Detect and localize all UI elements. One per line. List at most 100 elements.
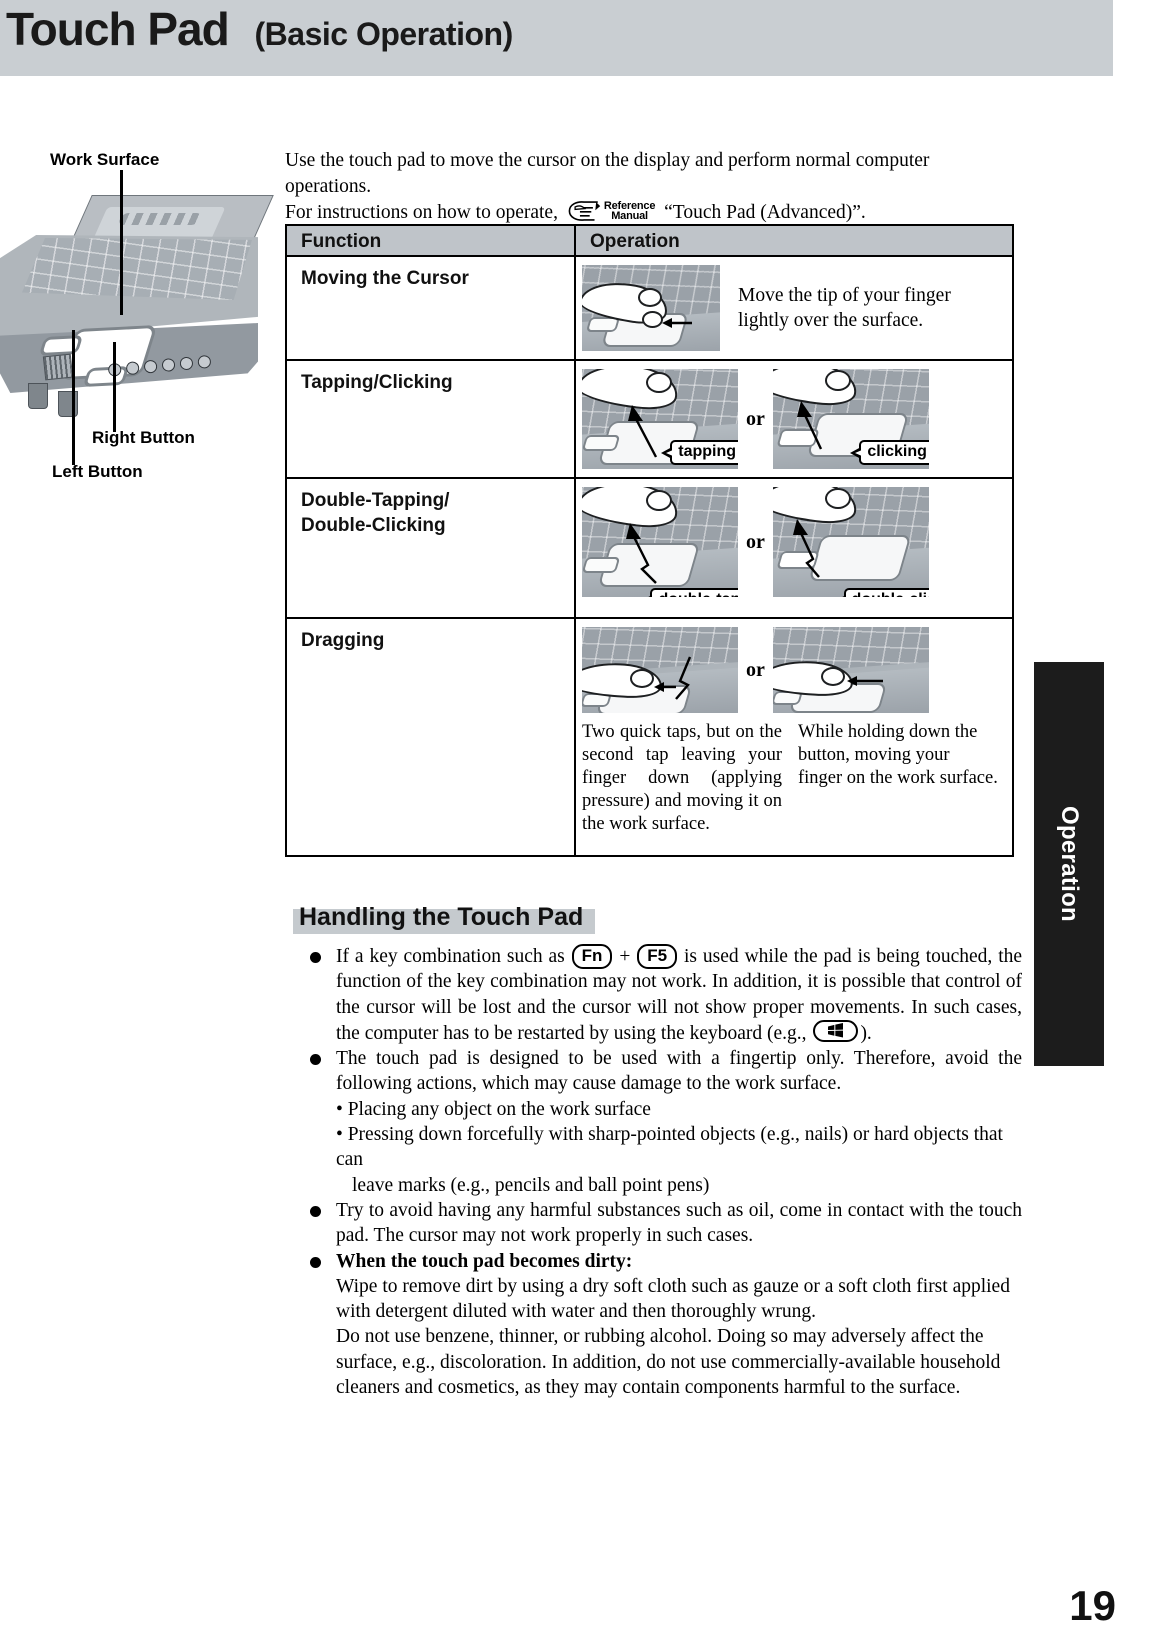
intro-line-2-suffix: “Touch Pad (Advanced)”.: [664, 202, 866, 223]
table-header-operation: Operation: [574, 226, 1012, 255]
bullet-dot-icon: [310, 952, 321, 963]
key-f5: F5: [637, 944, 678, 969]
document-page: Touch Pad (Basic Operation) Work Surface…: [0, 0, 1164, 1652]
illustration-tapping: tapping: [582, 369, 738, 469]
double-click-arrow-icon: [792, 519, 820, 578]
table-row: Tapping/Clicking tapping or clicking: [287, 359, 1012, 477]
laptop-port: [42, 353, 74, 381]
callout-clicking: clicking: [850, 440, 929, 465]
laptop-drawing: [0, 195, 274, 417]
callout-double-tapping: double-tapping: [641, 588, 738, 597]
row-operation-cell: tapping or clicking: [574, 361, 1012, 477]
row-function-cell: Moving the Cursor: [287, 257, 574, 359]
bullet-item: When the touch pad becomes dirty:: [310, 1249, 1022, 1274]
click-arrow-icon: [796, 401, 822, 450]
label-right-button: Right Button: [92, 428, 195, 447]
or-separator: or: [746, 658, 765, 681]
description-dragging-tap: Two quick taps, but on the second tap le…: [582, 722, 782, 834]
fingernail-shape: [824, 370, 851, 391]
bullet-dot-icon: [310, 1205, 321, 1217]
handling-notes: If a key combination such as Fn + F5 is …: [310, 944, 1022, 1400]
bullet-2-sub-3: leave marks (e.g., pencils and ball poin…: [352, 1174, 710, 1196]
bullet-2-sub-2: • Pressing down forcefully with sharp-po…: [336, 1124, 1003, 1171]
touch-pad-button: [582, 435, 621, 451]
laptop-keyboard: [22, 238, 252, 300]
row-function-cell: Dragging: [287, 619, 574, 855]
indicator-icon: [161, 357, 176, 372]
intro-line-2-prefix: For instructions on how to operate,: [285, 202, 558, 223]
illustration-dragging-tap: [582, 627, 738, 713]
page-title-main: Touch Pad: [6, 3, 230, 55]
operations-table: Function Operation Moving the Cursor Mov…: [285, 224, 1014, 857]
callout-leader-work-surface: [120, 170, 123, 315]
bullet-1-part3: ).: [860, 1022, 872, 1044]
function-label-tapping-clicking: Tapping/Clicking: [301, 372, 453, 393]
section-heading-handling-the-touch-pad: Handling the Touch Pad: [293, 901, 596, 934]
intro-paragraph: Use the touch pad to move the cursor on …: [285, 148, 1015, 226]
bullet-item: If a key combination such as Fn + F5 is …: [310, 944, 1022, 1046]
table-row: Double-Tapping/ Double-Clicking or: [287, 477, 1012, 617]
windows-key-icon: [813, 1019, 859, 1042]
row-operation-cell: double-tapping or do: [574, 479, 1012, 617]
table-row: Dragging or Two quick taps, but on the s…: [287, 617, 1012, 855]
fingernail-shape: [820, 667, 845, 686]
pointing-hand-icon: [568, 201, 601, 221]
side-tab-label: Operation: [1056, 805, 1083, 923]
indicator-icon: [125, 360, 140, 375]
illustration-double-tapping: double-tapping: [582, 487, 738, 597]
bullet-item: The touch pad is designed to be used wit…: [310, 1046, 1022, 1097]
callout-leader-right-button: [113, 342, 116, 432]
row-operation-cell: or Two quick taps, but on the second tap…: [574, 619, 1012, 855]
laptop-illustration: Work Surface Right Button Left Button: [0, 150, 274, 500]
key-plus: +: [619, 946, 631, 967]
bullet-4-text-2: Do not use benzene, thinner, or rubbing …: [336, 1326, 1001, 1399]
bullet-4-text-1: Wipe to remove dirt by using a dry soft …: [336, 1275, 1010, 1323]
touch-pad-button: [582, 557, 621, 573]
bullet-2-text: The touch pad is designed to be used wit…: [336, 1048, 1022, 1095]
or-separator: or: [746, 530, 765, 553]
or-separator: or: [746, 407, 765, 430]
drag-tap-arrow-icon: [654, 656, 692, 700]
manual-word: Manual: [611, 210, 648, 222]
row-operation-cell: Move the tip of your finger lightly over…: [574, 257, 1012, 359]
callout-tapping: tapping: [661, 440, 738, 465]
label-left-button: Left Button: [52, 462, 143, 481]
fingernail-shape: [646, 490, 672, 511]
laptop-foot: [28, 383, 48, 409]
drag-move-arrow-icon: [846, 676, 883, 686]
description-moving-cursor: Move the tip of your finger lightly over…: [738, 285, 951, 331]
page-title-sub: (Basic Operation): [254, 16, 514, 52]
illustration-clicking: clicking: [772, 369, 929, 469]
row-function-cell: Tapping/Clicking: [287, 361, 574, 477]
windows-flag-icon: [828, 1022, 844, 1038]
bullet-item: Try to avoid having any harmful substanc…: [310, 1198, 1022, 1249]
fingernail-shape: [638, 288, 662, 307]
page-title: Touch Pad (Basic Operation): [6, 2, 513, 56]
table-row: Moving the Cursor Move the tip of your f…: [287, 255, 1012, 359]
label-work-surface: Work Surface: [50, 150, 160, 169]
table-header-function: Function: [301, 230, 382, 252]
bullet-1-part1: If a key combination such as: [336, 946, 565, 967]
table-header-row: Function Operation: [287, 226, 1012, 255]
side-tab-operation: Operation: [1034, 662, 1104, 1066]
callout-leader-left-button: [72, 330, 75, 465]
fingernail-shape: [646, 372, 672, 393]
page-number: 19: [1069, 1582, 1116, 1629]
function-label-double-tapping-clicking: Double-Tapping/ Double-Clicking: [301, 490, 450, 536]
reference-manual-text: Reference Manual: [604, 200, 656, 222]
indicator-icon: [143, 359, 158, 374]
laptop-foot: [58, 391, 78, 417]
indicator-icon: [197, 354, 212, 369]
illustration-moving-cursor: [582, 265, 720, 351]
bullet-4-lead: When the touch pad becomes dirty:: [336, 1250, 633, 1272]
function-label-moving-the-cursor: Moving the Cursor: [301, 268, 469, 289]
function-label-dragging: Dragging: [301, 630, 385, 651]
indicator-icon: [179, 355, 194, 370]
description-dragging-button: While holding down the button, moving yo…: [798, 722, 998, 788]
bullet-dot-icon: [310, 1256, 321, 1268]
fingernail-shape: [824, 488, 851, 509]
double-tap-arrow-icon: [626, 523, 657, 584]
bullet-dot-icon: [310, 1054, 321, 1066]
intro-line-1: Use the touch pad to move the cursor on …: [285, 150, 930, 197]
illustration-double-clicking: double-clicking: [772, 487, 929, 597]
